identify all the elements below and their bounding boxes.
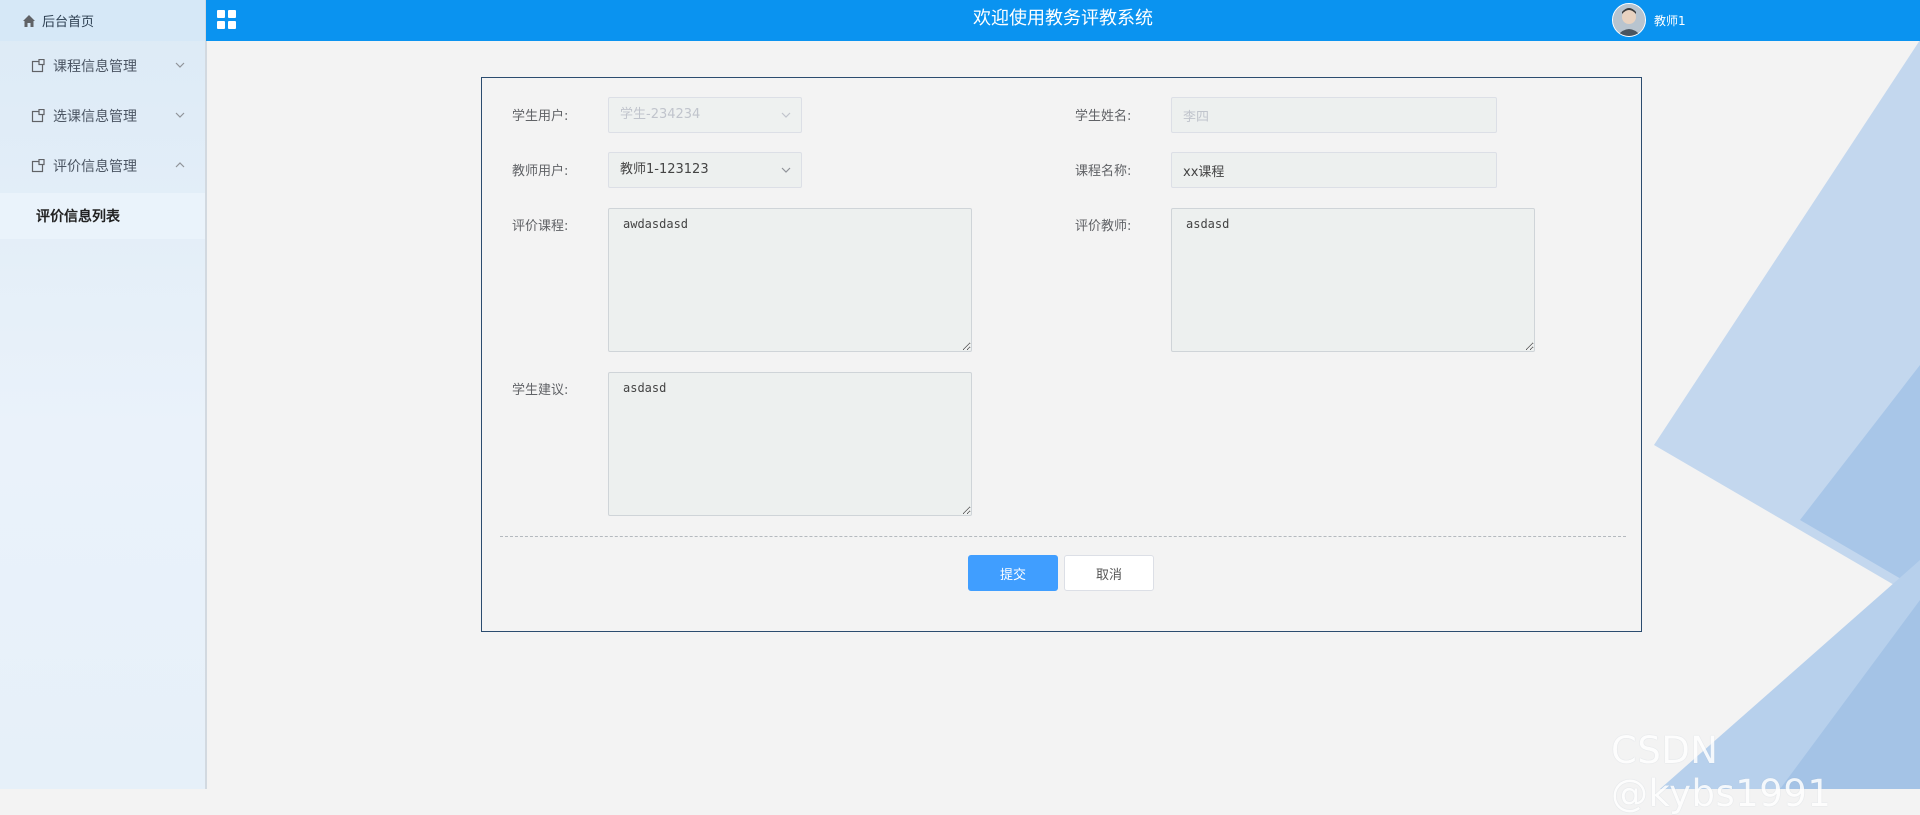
user-name: 教师1 — [1654, 13, 1686, 28]
note-icon — [31, 59, 45, 73]
student-suggestion-label: 学生建议: — [512, 383, 569, 398]
top-bar: 欢迎使用教务评教系统 教师1 — [206, 0, 1920, 41]
sidebar-home-link[interactable]: 后台首页 — [0, 0, 205, 41]
submit-button[interactable]: 提交 — [968, 555, 1058, 591]
sidebar-item-label: 选课信息管理 — [53, 109, 137, 125]
sidebar-item-evaluation-management[interactable]: 评价信息管理 — [0, 141, 205, 191]
user-menu[interactable]: 教师1 — [1612, 1, 1686, 39]
sidebar-item-enrollment-management[interactable]: 选课信息管理 — [0, 91, 205, 141]
sidebar-subitem-evaluation-list[interactable]: 评价信息列表 — [0, 193, 205, 239]
student-suggestion-textarea[interactable]: asdasd — [608, 372, 972, 516]
teacher-user-select[interactable]: 教师1-123123 — [608, 152, 802, 188]
course-eval-textarea[interactable]: awdasdasd — [608, 208, 972, 352]
avatar — [1612, 3, 1646, 37]
course-name-input[interactable] — [1171, 152, 1497, 188]
sidebar-item-course-management[interactable]: 课程信息管理 — [0, 41, 205, 91]
teacher-user-label: 教师用户: — [512, 164, 569, 179]
chevron-down-icon — [175, 112, 185, 118]
form-divider — [500, 536, 1626, 537]
course-name-label: 课程名称: — [1075, 164, 1132, 179]
teacher-user-value: 教师1-123123 — [620, 162, 709, 177]
teacher-eval-textarea[interactable]: asdasd — [1171, 208, 1535, 352]
cancel-button[interactable]: 取消 — [1064, 555, 1154, 591]
chevron-down-icon — [175, 62, 185, 68]
sidebar-item-label: 评价信息管理 — [53, 159, 137, 175]
student-name-label: 学生姓名: — [1075, 109, 1132, 124]
evaluation-form-panel: 学生用户: 学生-234234 学生姓名: 教师用户: 教师1-123123 课… — [481, 77, 1642, 632]
chevron-up-icon — [175, 162, 185, 168]
chevron-down-icon — [781, 167, 791, 173]
course-eval-label: 评价课程: — [512, 219, 569, 234]
chevron-down-icon — [781, 112, 791, 118]
sidebar-subitem-label: 评价信息列表 — [36, 209, 120, 225]
teacher-eval-label: 评价教师: — [1075, 219, 1132, 234]
sidebar: 后台首页 课程信息管理 选课信息管理 评价信息管理 评价信息列表 — [0, 0, 207, 789]
student-user-label: 学生用户: — [512, 109, 569, 124]
note-icon — [31, 109, 45, 123]
sidebar-home-label: 后台首页 — [42, 15, 95, 30]
watermark: CSDN @kybs1991 — [1611, 729, 1832, 815]
note-icon — [31, 159, 45, 173]
student-user-value: 学生-234234 — [620, 107, 701, 122]
sidebar-item-label: 课程信息管理 — [53, 59, 137, 75]
home-icon — [23, 14, 35, 27]
student-user-select[interactable]: 学生-234234 — [608, 97, 802, 133]
student-name-input[interactable] — [1171, 97, 1497, 133]
